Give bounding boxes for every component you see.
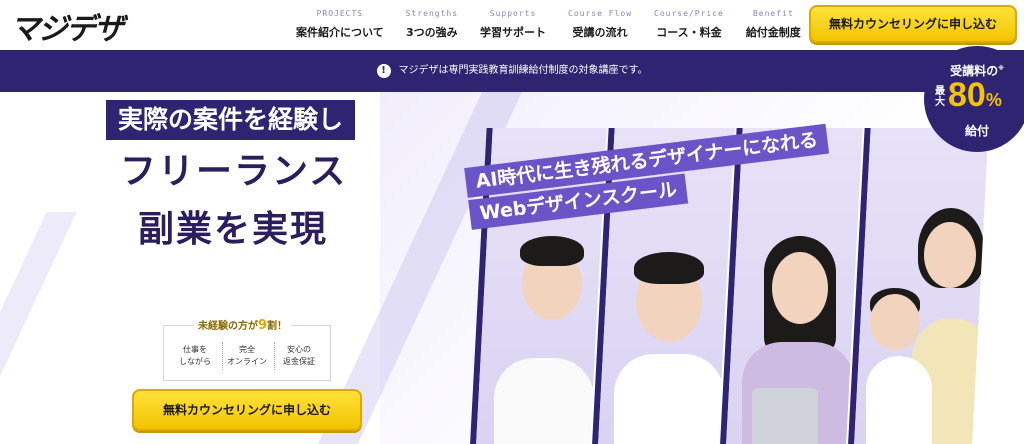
photo-person (862, 128, 989, 444)
nav-label-en: PROJECTS (316, 9, 364, 18)
nav-item-strengths[interactable]: Strengths 3つの強み (406, 9, 458, 40)
feature-item: 仕事を しながら (179, 345, 211, 366)
subsidy-badge: 受講料の※ 最大 80% 給付 (924, 46, 1024, 152)
nav-item-benefit[interactable]: Benefit 給付金制度 (746, 9, 801, 40)
notice-bar: ! マジデザは専門実践教育訓練給付制度の対象講座です。 (0, 50, 1024, 92)
hero-title-line1: フリーランス (120, 150, 348, 192)
nav-label-ja: コース・料金 (656, 26, 722, 39)
nav-label-ja: 給付金制度 (745, 26, 801, 39)
nav-label-en: Course Flow (568, 9, 633, 18)
features-box: 未経験の方が9割！ 仕事を しながら 完全 オンライン 安心の 返金保証 (163, 317, 331, 381)
subsidy-badge-note: ※ (998, 65, 1004, 72)
hero-title-badge: 実際の案件を経験し (106, 100, 356, 140)
photo-panel-mother-child (847, 128, 989, 444)
subsidy-badge-unit: % (985, 90, 1002, 110)
hero-title-line2: 副業を実現 (138, 208, 329, 250)
photo-person (734, 128, 860, 444)
nav-label-ja: 学習サポート (480, 26, 547, 39)
site-header: マジデザ PROJECTS 案件紹介について Strengths 3つの強み S… (0, 0, 1024, 50)
feature-item: 完全 オンライン (227, 345, 267, 366)
nav-item-projects[interactable]: PROJECTS 案件紹介について (296, 9, 384, 40)
header-counseling-button[interactable]: 無料カウンセリングに申し込む (809, 5, 1017, 43)
nav-label-ja: 案件紹介について (296, 26, 384, 39)
nav-item-course-flow[interactable]: Course Flow 受講の流れ (568, 9, 632, 40)
nav-label-en: Benefit (752, 9, 794, 18)
hero-section: 実際の案件を経験し フリーランス 副業を実現 AI時代に生き残れるデザイナーにな… (0, 92, 1024, 444)
exclamation-icon: ! (376, 64, 391, 78)
feature-item: 安心の 返金保証 (283, 345, 315, 366)
nav-item-supports[interactable]: Supports 学習サポート (480, 9, 546, 40)
subsidy-badge-percent: 80 (948, 76, 986, 114)
nav-label-en: Supports (489, 9, 537, 18)
nav-label-en: Course/Price (654, 9, 724, 18)
notice-text: マジデザは専門実践教育訓練給付制度の対象講座です。 (398, 65, 648, 76)
hero-counseling-button[interactable]: 無料カウンセリングに申し込む (132, 389, 362, 431)
subsidy-badge-max: 最大 (935, 86, 945, 108)
nav-label-ja: 3つの強み (406, 26, 458, 39)
photo-panel-woman-laptop (719, 128, 863, 444)
nav-label-ja: 受講の流れ (572, 26, 628, 39)
features-heading: 未経験の方が9割！ (194, 317, 292, 333)
nav-label-en: Strengths (405, 9, 459, 18)
nav-item-course-price[interactable]: Course/Price コース・料金 (654, 9, 724, 40)
site-logo[interactable]: マジデザ (10, 4, 124, 48)
main-nav: PROJECTS 案件紹介について Strengths 3つの強み Suppor… (296, 9, 823, 40)
decorative-stripe (0, 212, 77, 412)
subsidy-badge-bottom: 給付 (964, 124, 989, 138)
